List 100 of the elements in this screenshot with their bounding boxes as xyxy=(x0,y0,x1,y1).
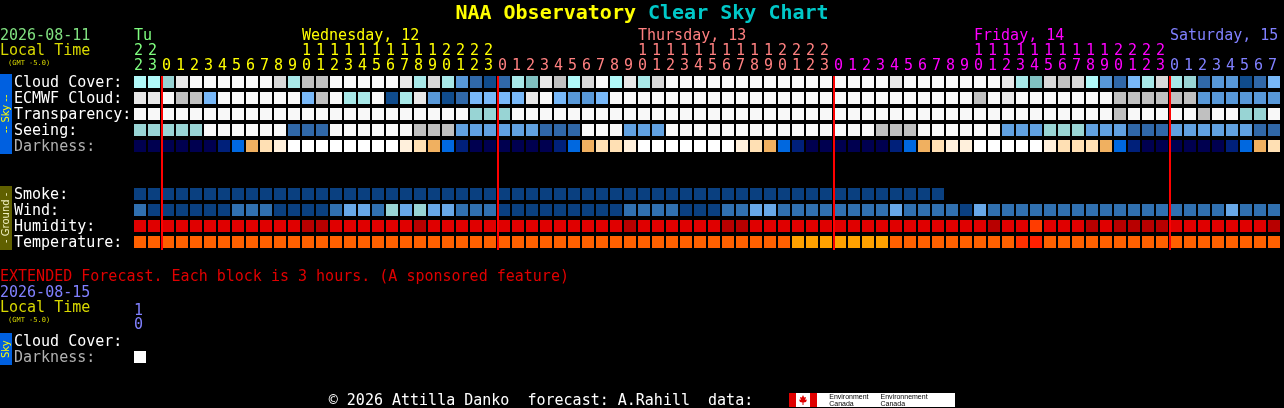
row-label: Cloud Cover: xyxy=(14,333,124,349)
hour-label: 7 xyxy=(596,58,605,73)
hour-label: 4 xyxy=(890,58,899,73)
hour-label: 3 xyxy=(204,58,213,73)
hour-label: 6 xyxy=(918,58,927,73)
hour-label: 21 xyxy=(1128,43,1137,73)
hour-label: 2 xyxy=(862,58,871,73)
row-label: Darkness: xyxy=(14,349,97,365)
hour-label: 8 xyxy=(946,58,955,73)
hour-label: 17 xyxy=(400,43,409,73)
hour-label: 11 xyxy=(316,43,325,73)
hour-label: 2 xyxy=(190,58,199,73)
hour-label: 0 xyxy=(834,58,843,73)
row-label: Smoke: xyxy=(14,186,70,202)
hour-label: 9 xyxy=(288,58,297,73)
hour-label: 12 xyxy=(330,43,339,73)
hour-label: 10 xyxy=(302,43,311,73)
hour-label: 23 xyxy=(1156,43,1165,73)
hour-label: 7 xyxy=(260,58,269,73)
hour-label: 20 xyxy=(778,43,787,73)
hour-label: 15 xyxy=(372,43,381,73)
hour-label: 7 xyxy=(1268,58,1277,73)
extended-date: 2026-08-15 xyxy=(0,284,92,300)
hour-label: 23 xyxy=(484,43,493,73)
chart-title: Clear Sky Chart xyxy=(648,0,829,24)
hour-label: 14 xyxy=(1030,43,1039,73)
row-label: ECMWF Cloud: xyxy=(14,90,124,106)
row-label: Humidity: xyxy=(14,218,96,234)
local-time-label: Local Time xyxy=(0,300,92,315)
hour-label: 0 xyxy=(498,58,507,73)
hour-label: 11 xyxy=(988,43,997,73)
hour-label: 10 xyxy=(974,43,983,73)
hour-label: 13 xyxy=(680,43,689,73)
start-date: 2026-08-11 xyxy=(0,27,92,43)
day-label: Wednesday, 12 xyxy=(302,27,420,43)
hour-label: 1 xyxy=(1184,58,1193,73)
hour-label: 11 xyxy=(652,43,661,73)
hour-label: 15 xyxy=(708,43,717,73)
hour-label: 10 xyxy=(134,303,143,331)
hour-label: 18 xyxy=(1086,43,1095,73)
row-label: Transparency: xyxy=(14,106,133,122)
hour-label: 14 xyxy=(694,43,703,73)
hour-label: 13 xyxy=(344,43,353,73)
hour-label: 12 xyxy=(666,43,675,73)
hour-label: 3 xyxy=(876,58,885,73)
hour-label: 5 xyxy=(904,58,913,73)
hour-label: 18 xyxy=(414,43,423,73)
observatory-name: NAA Observatory xyxy=(455,0,636,24)
hour-label: 16 xyxy=(722,43,731,73)
hour-label: 3 xyxy=(1212,58,1221,73)
hour-label: 6 xyxy=(246,58,255,73)
credits-text: © 2026 Attilla Danko forecast: A.Rahill data: xyxy=(328,392,754,408)
day-label: Thursday, 13 xyxy=(638,27,748,43)
hour-label: 22 xyxy=(470,43,479,73)
hour-label: 22 xyxy=(806,43,815,73)
hour-label: 1 xyxy=(512,58,521,73)
hour-label: 3 xyxy=(540,58,549,73)
day-label: Friday, 14 xyxy=(974,27,1065,43)
hour-label: 21 xyxy=(456,43,465,73)
hour-label: 1 xyxy=(176,58,185,73)
hour-label: 2 xyxy=(1198,58,1207,73)
hour-label: 5 xyxy=(568,58,577,73)
local-time-label: Local Time xyxy=(0,43,92,58)
day-label: Tu xyxy=(134,27,153,43)
hour-label: 23 xyxy=(820,43,829,73)
hour-label: 21 xyxy=(792,43,801,73)
hour-label: 6 xyxy=(582,58,591,73)
extended-forecast-note: EXTENDED Forecast. Each block is 3 hours. (A sponsored feature) xyxy=(0,268,570,284)
hour-label: 4 xyxy=(1226,58,1235,73)
hour-label: 7 xyxy=(932,58,941,73)
hour-label: 10 xyxy=(638,43,647,73)
hour-label: 8 xyxy=(610,58,619,73)
hour-label: 20 xyxy=(442,43,451,73)
row-label: Temperature: xyxy=(14,234,124,250)
hour-label: 19 xyxy=(1100,43,1109,73)
hour-label: 0 xyxy=(162,58,171,73)
hour-label: 14 xyxy=(358,43,367,73)
hour-label: 12 xyxy=(1002,43,1011,73)
hour-label: 22 xyxy=(134,43,143,73)
row-label: Darkness: xyxy=(14,138,97,154)
hour-label: 23 xyxy=(148,43,157,73)
hour-label: 0 xyxy=(1170,58,1179,73)
hour-label: 17 xyxy=(736,43,745,73)
hour-label: 20 xyxy=(1114,43,1123,73)
hour-label: 4 xyxy=(554,58,563,73)
hour-label: 19 xyxy=(764,43,773,73)
hour-label: 6 xyxy=(1254,58,1263,73)
row-label: Cloud Cover: xyxy=(14,74,124,90)
hour-label: 18 xyxy=(750,43,759,73)
hour-label: 19 xyxy=(428,43,437,73)
hour-label: 16 xyxy=(1058,43,1067,73)
flag-icon xyxy=(789,393,818,407)
hour-label: 2 xyxy=(526,58,535,73)
hour-label: 9 xyxy=(624,58,633,73)
hour-label: 5 xyxy=(232,58,241,73)
hour-label: 8 xyxy=(274,58,283,73)
hour-label: 22 xyxy=(1142,43,1151,73)
hour-label: 9 xyxy=(960,58,969,73)
row-label: Seeing: xyxy=(14,122,78,138)
hour-label: 4 xyxy=(218,58,227,73)
